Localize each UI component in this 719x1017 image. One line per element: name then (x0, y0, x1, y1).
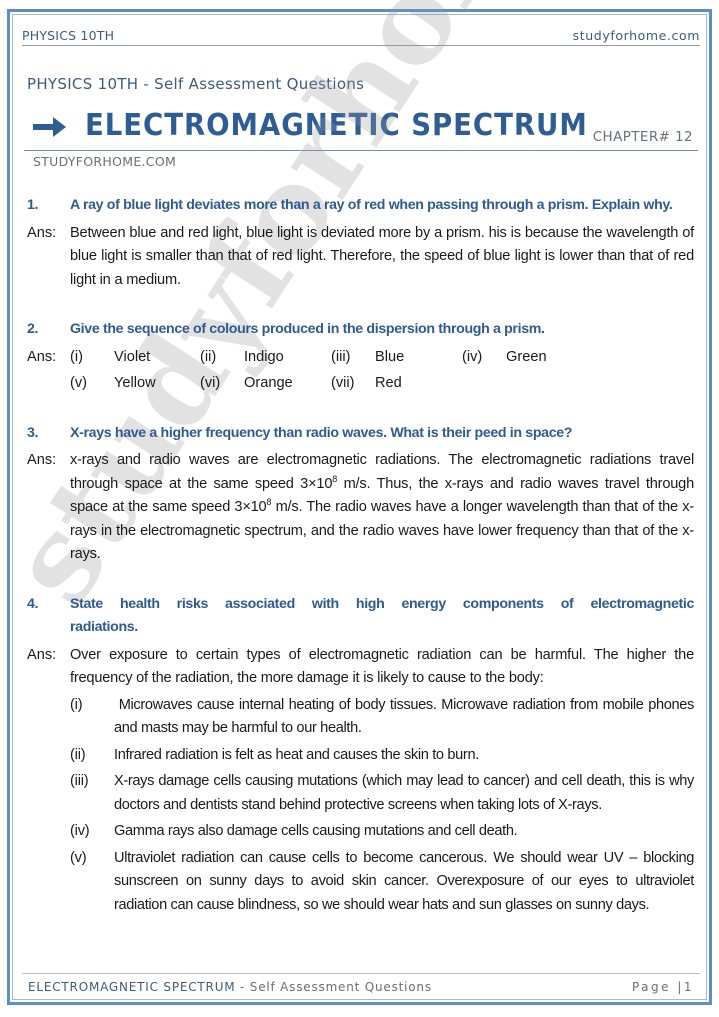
answer-text: x-rays and radio waves are electromagnet… (70, 449, 694, 567)
colour-num: (vii) (331, 375, 355, 391)
colour-num: (iv) (462, 348, 483, 365)
title-divider (24, 150, 698, 151)
colour-name: Green (506, 348, 547, 365)
answer-label: Ans: (27, 646, 57, 663)
list-item: (v) Ultraviolet radiation can cause cell… (70, 847, 694, 918)
answer-body: Over exposure to certain types of electr… (70, 644, 694, 921)
item-text: Gamma rays also damage cells causing mut… (114, 823, 518, 839)
chapter-label: CHAPTER# 12 (592, 129, 693, 145)
answer-label: Ans: (27, 452, 57, 468)
site-name-caps: STUDYFORHOME.COM (33, 154, 177, 169)
questions-content: 1. A ray of blue light deviates more tha… (27, 194, 694, 946)
header-subject: PHYSICS 10TH (22, 28, 115, 43)
answer-1: Ans: Between blue and red light, blue li… (27, 222, 694, 293)
document-title: ELECTROMAGNETIC SPECTRUM (85, 107, 588, 143)
item-number: (v) (70, 849, 87, 866)
question-2: 2. Give the sequence of colours produced… (27, 318, 694, 342)
answer-3: Ans: x-rays and radio waves are electrom… (27, 449, 694, 567)
item-text: Infrared radiation is felt as heat and c… (114, 746, 479, 763)
answer-4: Ans: Over exposure to certain types of e… (27, 644, 694, 921)
answer-intro: Over exposure to certain types of electr… (70, 646, 694, 687)
question-text: State health risks associated with high … (70, 595, 694, 636)
question-text: A ray of blue light deviates more than a… (70, 197, 673, 213)
question-number: 4. (27, 595, 39, 612)
question-4: 4. State health risks associated with hi… (27, 593, 694, 640)
list-item: (iii) X-rays damage cells causing mutati… (70, 770, 694, 817)
colour-num: (i) (70, 348, 83, 365)
item-number: (ii) (70, 746, 86, 763)
item-number: (iii) (70, 773, 89, 789)
item-number: (i) (70, 696, 83, 713)
question-number: 2. (27, 321, 39, 337)
question-block-1: 1. A ray of blue light deviates more tha… (27, 194, 694, 292)
question-block-2: 2. Give the sequence of colours produced… (27, 318, 694, 396)
colour-name: Indigo (244, 348, 284, 365)
answer-label: Ans: (27, 224, 57, 241)
list-item: (iv) Gamma rays also damage cells causin… (70, 820, 694, 844)
question-number: 3. (27, 424, 39, 441)
colour-name: Red (375, 375, 402, 391)
page-value: 1 (683, 979, 694, 994)
question-3: 3. X-rays have a higher frequency than r… (27, 422, 694, 446)
footer-left: ELECTROMAGNETIC SPECTRUM - Self Assessme… (28, 980, 432, 994)
header-website: studyforhome.com (572, 28, 700, 43)
health-risk-list: (i) Microwaves cause internal heating of… (70, 694, 694, 918)
question-block-3: 3. X-rays have a higher frequency than r… (27, 422, 694, 567)
list-item: (ii) Infrared radiation is felt as heat … (70, 744, 694, 768)
question-number: 1. (27, 197, 39, 213)
item-text: X-rays damage cells causing mutations (w… (114, 773, 694, 813)
footer-subtitle: Self Assessment Questions (249, 979, 432, 994)
answer-2: Ans: (i) Violet (ii) Indigo (iii) Blue (… (27, 346, 694, 396)
item-text: Ultraviolet radiation can cause cells to… (114, 849, 694, 913)
footer-title: ELECTROMAGNETIC SPECTRUM (28, 979, 236, 994)
question-block-4: 4. State health risks associated with hi… (27, 593, 694, 921)
colour-name: Blue (375, 348, 405, 365)
right-arrow-icon (33, 117, 66, 137)
question-text: X-rays have a higher frequency than radi… (70, 424, 573, 441)
question-text: Give the sequence of colours produced in… (70, 321, 545, 337)
colour-name: Orange (244, 375, 293, 391)
answer-label: Ans: (27, 348, 57, 365)
colour-num: (v) (70, 375, 88, 391)
page-label: Page (631, 979, 671, 994)
colour-name: Violet (114, 348, 151, 365)
answer-text: Between blue and red light, blue light i… (70, 224, 694, 288)
footer-separator: - (235, 979, 250, 994)
running-header: PHYSICS 10TH studyforhome.com (22, 26, 700, 46)
question-1: 1. A ray of blue light deviates more tha… (27, 194, 694, 218)
title-row: ELECTROMAGNETIC SPECTRUM (33, 103, 631, 147)
page-number: Page |1 (631, 979, 694, 994)
list-item: (i) Microwaves cause internal heating of… (70, 694, 694, 741)
colour-name: Yellow (114, 375, 156, 391)
colour-sequence: (i) Violet (ii) Indigo (iii) Blue (iv) G… (70, 346, 586, 396)
colour-num: (ii) (200, 348, 217, 365)
item-text: Microwaves cause internal heating of bod… (114, 696, 694, 737)
document-subtitle: PHYSICS 10TH - Self Assessment Questions (27, 75, 365, 93)
running-footer: ELECTROMAGNETIC SPECTRUM - Self Assessme… (22, 973, 700, 995)
item-number: (iv) (70, 823, 90, 839)
colour-num: (vi) (200, 375, 221, 391)
colour-num: (iii) (331, 348, 351, 365)
